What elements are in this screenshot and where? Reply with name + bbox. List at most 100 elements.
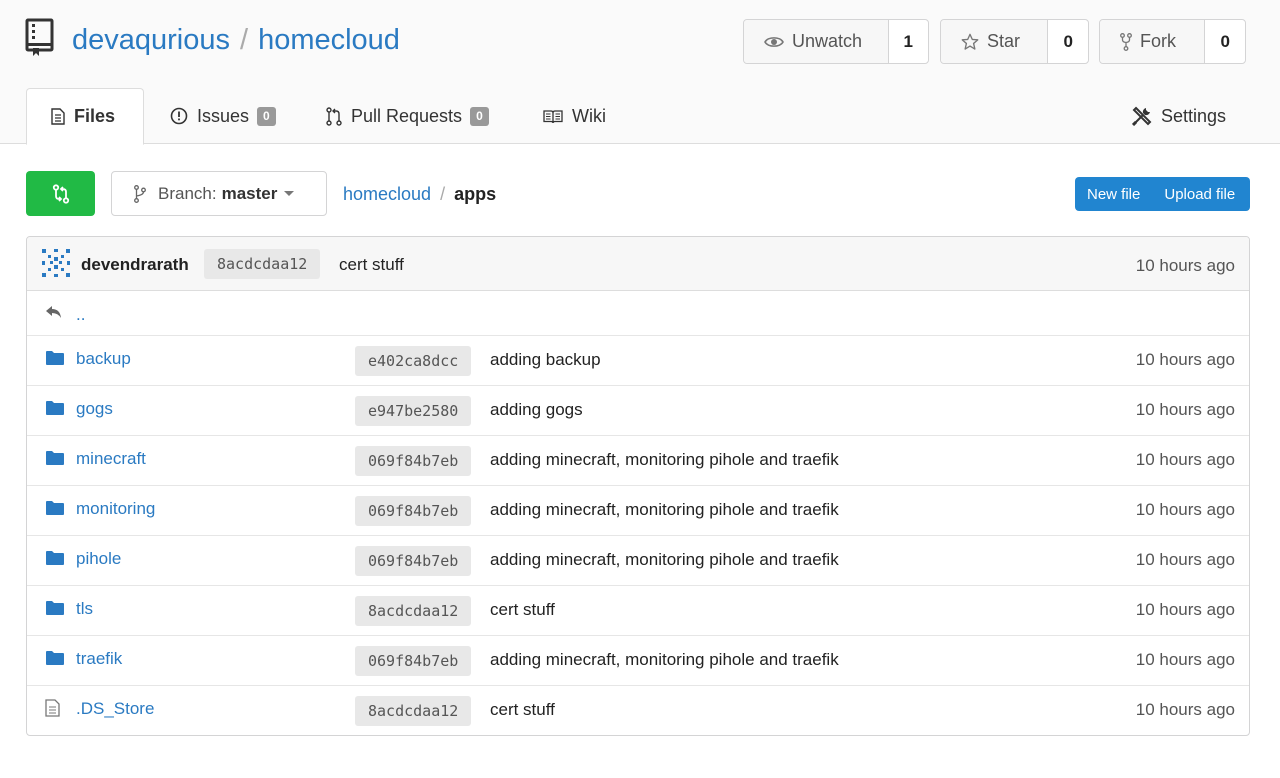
breadcrumb-root-link[interactable]: homecloud	[343, 184, 431, 204]
unwatch-button[interactable]: Unwatch	[744, 20, 889, 63]
parent-directory-link[interactable]: ..	[76, 305, 85, 325]
repo-title-separator: /	[240, 24, 249, 56]
commit-author[interactable]: devendrarath	[81, 255, 189, 275]
file-commit-age: 10 hours ago	[1135, 700, 1235, 719]
repo-header: devaqurious / homecloud Unwatch 1 Star 0	[0, 0, 1280, 145]
branch-icon	[134, 184, 146, 203]
file-commit-message[interactable]: cert stuff	[490, 700, 555, 720]
file-commit-message[interactable]: adding backup	[490, 350, 601, 370]
fork-button[interactable]: Fork	[1100, 20, 1206, 63]
file-name-link[interactable]: pihole	[76, 549, 121, 569]
folder-icon	[45, 550, 65, 571]
file-commit-message[interactable]: adding gogs	[490, 400, 583, 420]
file-commit-age: 10 hours ago	[1135, 400, 1235, 419]
star-count[interactable]: 0	[1048, 20, 1088, 63]
file-commit-sha[interactable]: e947be2580	[355, 396, 472, 426]
file-row: pihole 069f84b7eb adding minecraft, monito…	[27, 536, 1249, 586]
file-commit-message[interactable]: adding minecraft, monitoring pihole and …	[490, 550, 839, 570]
file-table: devendrarath 8acdcdaa12 cert stuff 10 ho…	[26, 236, 1250, 736]
file-row: tls 8acdcdaa12 cert stuff 10 hours ago	[27, 586, 1249, 636]
file-name-link[interactable]: tls	[76, 599, 93, 619]
latest-commit-row: devendrarath 8acdcdaa12 cert stuff 10 ho…	[27, 237, 1249, 291]
tab-settings[interactable]: Settings	[1132, 88, 1226, 144]
pulls-count-badge: 0	[470, 106, 489, 126]
file-commit-sha[interactable]: 069f84b7eb	[355, 546, 472, 576]
tab-issues-label: Issues	[197, 105, 250, 126]
fork-label: Fork	[1140, 31, 1176, 51]
file-commit-message[interactable]: adding minecraft, monitoring pihole and …	[490, 450, 839, 470]
folder-icon	[45, 450, 65, 471]
watch-group: Unwatch 1	[743, 19, 929, 64]
file-commit-sha[interactable]: 069f84b7eb	[355, 496, 472, 526]
folder-icon	[45, 500, 65, 521]
star-label: Star	[987, 31, 1021, 51]
tab-issues[interactable]: Issues 0	[170, 88, 276, 144]
file-name-link[interactable]: traefik	[76, 649, 122, 669]
file-commit-message[interactable]: adding minecraft, monitoring pihole and …	[490, 500, 839, 520]
file-commit-sha[interactable]: 069f84b7eb	[355, 446, 472, 476]
repo-owner-link[interactable]: devaqurious	[72, 24, 230, 56]
unwatch-label: Unwatch	[792, 31, 863, 51]
file-row: monitoring 069f84b7eb adding minecraft, mo…	[27, 486, 1249, 536]
file-icon	[45, 699, 60, 722]
file-text-icon	[51, 108, 65, 125]
file-name-link[interactable]: gogs	[76, 399, 113, 419]
branch-dropdown[interactable]: Branch: master	[111, 171, 327, 216]
breadcrumb: homecloud / apps	[343, 184, 496, 205]
tab-pull-requests[interactable]: Pull Requests 0	[326, 88, 489, 144]
fork-count[interactable]: 0	[1205, 20, 1245, 63]
folder-icon	[45, 350, 65, 371]
file-commit-sha[interactable]: 8acdcdaa12	[355, 696, 472, 726]
folder-icon	[45, 400, 65, 421]
pull-request-icon	[326, 106, 342, 126]
compare-button[interactable]	[26, 171, 95, 216]
new-file-button[interactable]: New file	[1075, 186, 1152, 203]
file-commit-message[interactable]: adding minecraft, monitoring pihole and …	[490, 650, 839, 670]
tab-pull-requests-label: Pull Requests	[351, 105, 463, 126]
avatar[interactable]	[41, 248, 71, 278]
folder-icon	[45, 600, 65, 621]
tab-wiki[interactable]: Wiki	[543, 88, 606, 144]
tab-wiki-label: Wiki	[572, 105, 606, 126]
file-name-link[interactable]: monitoring	[76, 499, 155, 519]
file-name-link[interactable]: backup	[76, 349, 131, 369]
upload-file-button[interactable]: Upload file	[1152, 186, 1247, 203]
fork-icon	[1120, 32, 1132, 51]
tab-files[interactable]: Files	[26, 88, 144, 145]
file-commit-age: 10 hours ago	[1135, 550, 1235, 569]
fork-group: Fork 0	[1099, 19, 1246, 64]
tab-settings-label: Settings	[1161, 105, 1227, 126]
file-commit-age: 10 hours ago	[1135, 450, 1235, 469]
file-name-link[interactable]: .DS_Store	[76, 699, 154, 719]
repo-icon	[25, 18, 54, 56]
reply-icon	[46, 306, 61, 318]
parent-directory-row[interactable]: ..	[27, 291, 1249, 336]
repo-name-link[interactable]: homecloud	[258, 24, 400, 56]
watch-count[interactable]: 1	[888, 20, 928, 63]
commit-sha[interactable]: 8acdcdaa12	[204, 249, 321, 279]
file-name-link[interactable]: minecraft	[76, 449, 146, 469]
file-commit-message[interactable]: cert stuff	[490, 600, 555, 620]
file-row: gogs e947be2580 adding gogs 10 hours ago	[27, 386, 1249, 436]
file-commit-age: 10 hours ago	[1135, 600, 1235, 619]
chevron-down-icon	[284, 191, 295, 196]
file-commit-age: 10 hours ago	[1135, 350, 1235, 369]
file-commit-sha[interactable]: 069f84b7eb	[355, 646, 472, 676]
commit-age: 10 hours ago	[1135, 256, 1235, 275]
file-row: traefik 069f84b7eb adding minecraft, monit…	[27, 636, 1249, 686]
file-commit-sha[interactable]: e402ca8dcc	[355, 346, 472, 376]
tab-files-label: Files	[74, 106, 116, 126]
book-icon	[543, 109, 563, 123]
file-row: minecraft 069f84b7eb adding minecraft, mon…	[27, 436, 1249, 486]
file-commit-age: 10 hours ago	[1135, 650, 1235, 669]
star-group: Star 0	[940, 19, 1089, 64]
file-commit-age: 10 hours ago	[1135, 500, 1235, 519]
issue-icon	[170, 107, 188, 125]
tools-icon	[1132, 106, 1152, 126]
file-row: backup e402ca8dcc adding backup 10 hours ag…	[27, 336, 1249, 386]
star-button[interactable]: Star	[941, 20, 1049, 63]
commit-message[interactable]: cert stuff	[339, 255, 404, 275]
file-commit-sha[interactable]: 8acdcdaa12	[355, 596, 472, 626]
branch-name: master	[221, 183, 278, 203]
branch-prefix: Branch:	[158, 183, 217, 203]
